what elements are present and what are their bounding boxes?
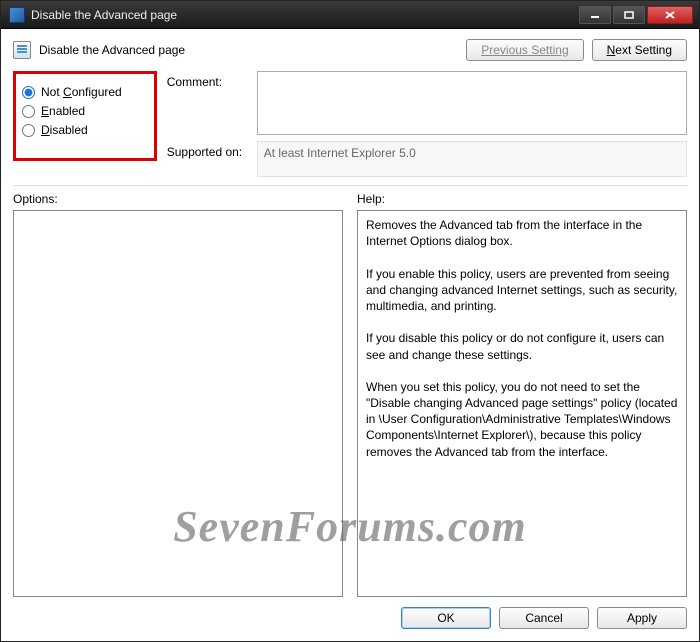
options-pane[interactable] xyxy=(13,210,343,597)
divider xyxy=(13,185,687,186)
supported-label: Supported on: xyxy=(167,141,257,159)
titlebar: Disable the Advanced page xyxy=(1,1,699,29)
window-title: Disable the Advanced page xyxy=(31,8,577,22)
app-icon xyxy=(9,7,25,23)
footer-buttons: OK Cancel Apply xyxy=(13,597,687,629)
cancel-button[interactable]: Cancel xyxy=(499,607,589,629)
options-pane-col: Options: xyxy=(13,192,343,597)
minimize-icon xyxy=(590,11,600,19)
comment-label: Comment: xyxy=(167,71,257,89)
comment-input[interactable] xyxy=(257,71,687,135)
help-label: Help: xyxy=(357,192,687,206)
help-pane[interactable]: Removes the Advanced tab from the interf… xyxy=(357,210,687,597)
minimize-button[interactable] xyxy=(579,6,611,24)
apply-button[interactable]: Apply xyxy=(597,607,687,629)
radio-disabled-input[interactable] xyxy=(22,124,35,137)
options-label: Options: xyxy=(13,192,343,206)
supported-value: At least Internet Explorer 5.0 xyxy=(257,141,687,177)
next-setting-label: Next Setting xyxy=(607,43,672,57)
radio-disabled-label: Disabled xyxy=(41,123,88,137)
previous-setting-button[interactable]: Previous Setting xyxy=(466,39,583,61)
panes: Options: Help: Removes the Advanced tab … xyxy=(13,192,687,597)
radio-not-configured-label: Not Configured xyxy=(41,85,122,99)
configuration-row: Not Configured Enabled Disabled Comment:… xyxy=(13,71,687,177)
radio-not-configured-input[interactable] xyxy=(22,86,35,99)
ok-button[interactable]: OK xyxy=(401,607,491,629)
page-title: Disable the Advanced page xyxy=(39,43,466,57)
state-radio-group: Not Configured Enabled Disabled xyxy=(13,71,157,161)
policy-icon xyxy=(13,41,31,59)
nav-buttons: Previous Setting Next Setting xyxy=(466,39,687,61)
maximize-icon xyxy=(624,11,634,19)
close-button[interactable] xyxy=(647,6,693,24)
next-setting-button[interactable]: Next Setting xyxy=(592,39,687,61)
content-area: Disable the Advanced page Previous Setti… xyxy=(1,29,699,641)
close-icon xyxy=(665,11,675,19)
radio-enabled-input[interactable] xyxy=(22,105,35,118)
radio-enabled-label: Enabled xyxy=(41,104,85,118)
fields-grid: Comment: Supported on: At least Internet… xyxy=(167,71,687,177)
maximize-button[interactable] xyxy=(613,6,645,24)
window-buttons xyxy=(577,6,693,24)
header-row: Disable the Advanced page Previous Setti… xyxy=(13,39,687,61)
help-pane-col: Help: Removes the Advanced tab from the … xyxy=(357,192,687,597)
radio-not-configured[interactable]: Not Configured xyxy=(22,85,122,99)
radio-disabled[interactable]: Disabled xyxy=(22,123,122,137)
radio-enabled[interactable]: Enabled xyxy=(22,104,122,118)
